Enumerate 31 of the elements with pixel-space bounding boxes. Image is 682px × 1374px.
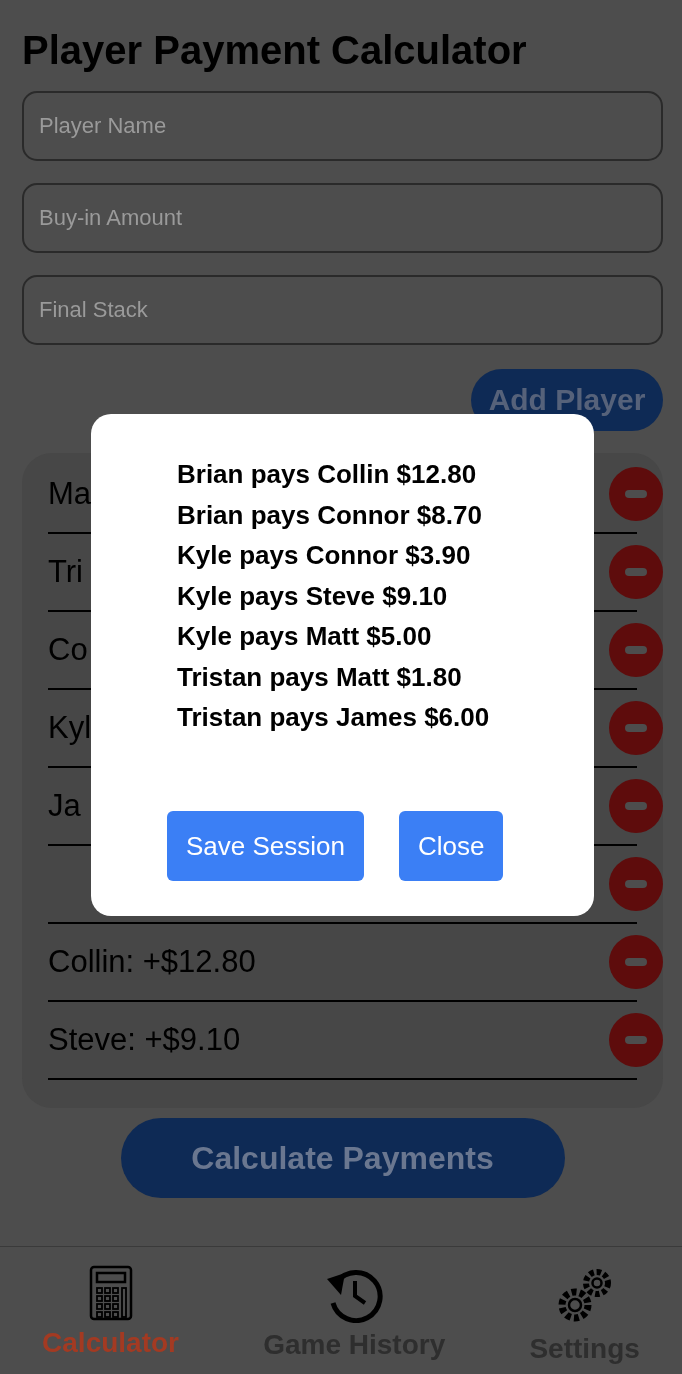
tab[interactable]: Calculator <box>42 1265 179 1359</box>
calculator-icon <box>88 1265 133 1321</box>
player-entry: Steve: +$9.10 <box>48 1022 241 1058</box>
remove-button[interactable] <box>609 857 663 911</box>
payment-line: Tristan pays James $6.00 <box>177 701 491 734</box>
page-title: Player Payment Calculator <box>22 28 528 73</box>
calculate-button[interactable]: Calculate Payments <box>120 1118 565 1198</box>
input-field[interactable]: Player Name <box>22 91 663 161</box>
payment-line: Brian pays Connor $8.70 <box>177 498 483 532</box>
input-field[interactable]: Final Stack <box>22 275 663 345</box>
player-entry: Collin: +$12.80 <box>48 944 256 980</box>
remove-button[interactable] <box>609 935 663 989</box>
remove-button[interactable] <box>609 779 663 833</box>
player-entry: Co <box>48 632 88 668</box>
dialog-button[interactable]: Close <box>399 811 504 881</box>
player-entry: Tri <box>48 554 83 590</box>
remove-button[interactable] <box>609 623 663 677</box>
remove-button[interactable] <box>609 467 663 521</box>
remove-button[interactable] <box>609 545 663 599</box>
payment-line: Tristan pays Matt $1.80 <box>177 660 463 694</box>
input-field[interactable]: Buy-in Amount <box>22 183 663 253</box>
remove-button[interactable] <box>609 1013 663 1067</box>
payment-line: Kyle pays Matt $5.00 <box>177 620 433 653</box>
player-entry: Kyl <box>48 710 92 746</box>
remove-button[interactable] <box>609 701 663 755</box>
payment-line: Brian pays Collin $12.80 <box>177 458 478 491</box>
dialog-button[interactable]: Save Session <box>167 811 364 881</box>
player-entry: Ja <box>48 788 81 824</box>
payment-line: Kyle pays Connor $3.90 <box>177 539 472 572</box>
player-entry: Ma <box>48 476 92 512</box>
payment-line: Kyle pays Steve $9.10 <box>177 579 449 613</box>
